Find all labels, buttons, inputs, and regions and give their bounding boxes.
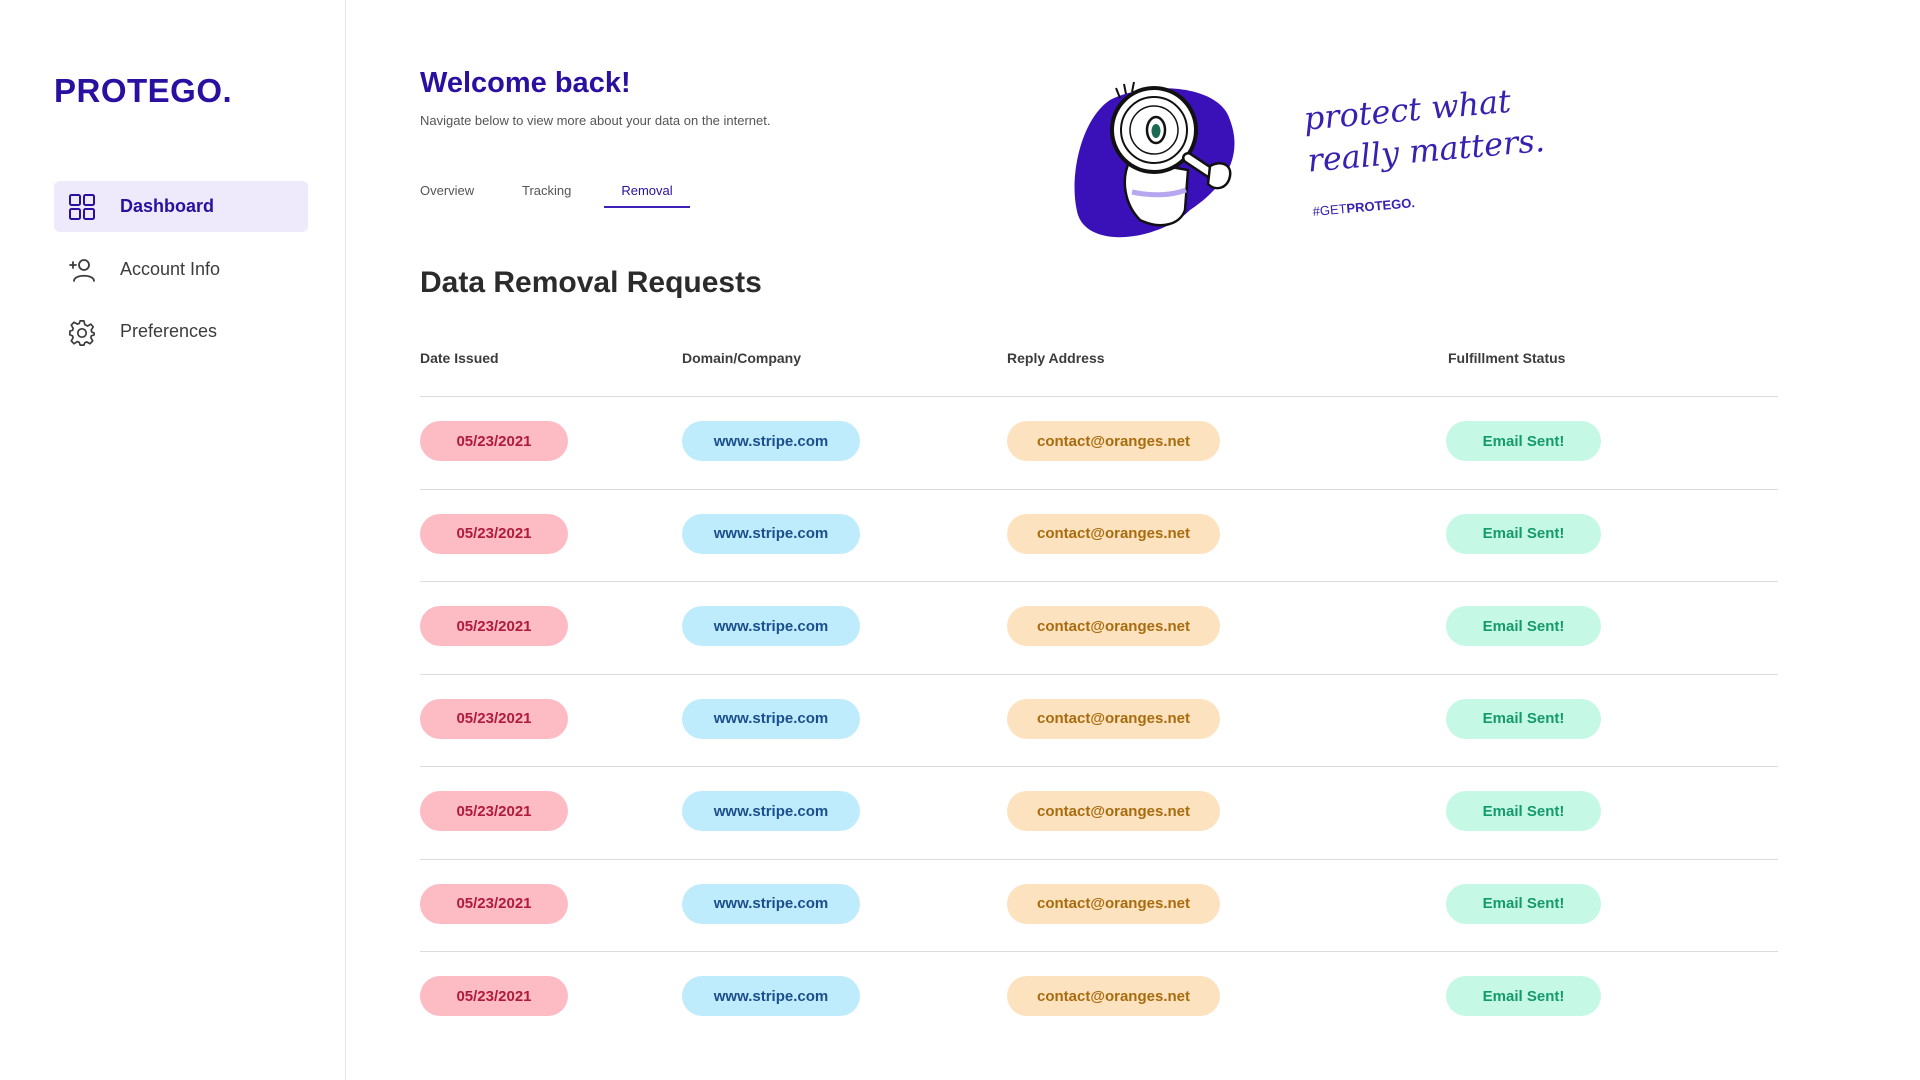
status-pill[interactable]: Email Sent! bbox=[1446, 421, 1601, 461]
table-row: 05/23/2021 www.stripe.com contact@orange… bbox=[420, 673, 1778, 767]
column-header-reply: Reply Address bbox=[1007, 350, 1105, 366]
page-subtitle: Navigate below to view more about your d… bbox=[420, 113, 771, 128]
domain-pill[interactable]: www.stripe.com bbox=[682, 791, 860, 831]
table-row: 05/23/2021 www.stripe.com contact@orange… bbox=[420, 488, 1778, 582]
tab-overview[interactable]: Overview bbox=[420, 183, 474, 206]
date-pill[interactable]: 05/23/2021 bbox=[420, 698, 568, 739]
hashtag-prefix: #GET bbox=[1312, 201, 1348, 219]
status-pill[interactable]: Email Sent! bbox=[1446, 791, 1601, 831]
status-pill[interactable]: Email Sent! bbox=[1446, 606, 1601, 646]
domain-pill[interactable]: www.stripe.com bbox=[682, 698, 860, 739]
table-row: 05/23/2021 www.stripe.com contact@orange… bbox=[420, 766, 1778, 859]
date-pill[interactable]: 05/23/2021 bbox=[420, 976, 568, 1016]
sidebar-item-account-info[interactable]: Account Info bbox=[54, 244, 308, 295]
table-row: 05/23/2021 www.stripe.com contact@orange… bbox=[420, 581, 1778, 674]
domain-pill[interactable]: www.stripe.com bbox=[682, 513, 860, 554]
mascot-illustration bbox=[1070, 80, 1280, 250]
date-pill[interactable]: 05/23/2021 bbox=[420, 421, 568, 461]
sidebar-item-label: Account Info bbox=[120, 259, 221, 279]
reply-address-pill[interactable]: contact@oranges.net bbox=[1007, 421, 1220, 461]
sidebar: PROTEGO. Dashboard Account Info Preferen… bbox=[0, 0, 346, 1080]
date-pill[interactable]: 05/23/2021 bbox=[420, 513, 568, 554]
column-header-status: Fulfillment Status bbox=[1448, 350, 1566, 366]
status-pill[interactable]: Email Sent! bbox=[1446, 883, 1601, 924]
domain-pill[interactable]: www.stripe.com bbox=[682, 421, 860, 461]
gear-icon bbox=[68, 318, 96, 346]
reply-address-pill[interactable]: contact@oranges.net bbox=[1007, 698, 1220, 739]
table-row: 05/23/2021 www.stripe.com contact@orange… bbox=[420, 396, 1778, 489]
user-add-icon bbox=[68, 256, 96, 284]
reply-address-pill[interactable]: contact@oranges.net bbox=[1007, 513, 1220, 554]
page-title: Welcome back! bbox=[420, 67, 631, 99]
date-pill[interactable]: 05/23/2021 bbox=[420, 791, 568, 831]
table-row: 05/23/2021 www.stripe.com contact@orange… bbox=[420, 858, 1778, 952]
reply-address-pill[interactable]: contact@oranges.net bbox=[1007, 606, 1220, 646]
status-pill[interactable]: Email Sent! bbox=[1446, 976, 1601, 1016]
date-pill[interactable]: 05/23/2021 bbox=[420, 883, 568, 924]
domain-pill[interactable]: www.stripe.com bbox=[682, 606, 860, 646]
hashtag: #GETPROTEGO. bbox=[1312, 195, 1416, 219]
requests-table: 05/23/2021 www.stripe.com contact@orange… bbox=[420, 396, 1778, 1044]
tab-removal[interactable]: Removal bbox=[604, 183, 690, 208]
brand-logo[interactable]: PROTEGO. bbox=[54, 72, 232, 110]
domain-pill[interactable]: www.stripe.com bbox=[682, 976, 860, 1016]
reply-address-pill[interactable]: contact@oranges.net bbox=[1007, 976, 1220, 1016]
grid-icon bbox=[68, 193, 96, 221]
domain-pill[interactable]: www.stripe.com bbox=[682, 883, 860, 924]
hashtag-brand: PROTEGO. bbox=[1345, 195, 1416, 216]
tagline: protect what really matters. bbox=[1302, 75, 1568, 181]
reply-address-pill[interactable]: contact@oranges.net bbox=[1007, 791, 1220, 831]
column-header-date: Date Issued bbox=[420, 350, 499, 366]
sidebar-item-preferences[interactable]: Preferences bbox=[54, 306, 308, 357]
sidebar-item-label: Preferences bbox=[120, 321, 218, 341]
column-header-domain: Domain/Company bbox=[682, 350, 802, 366]
reply-address-pill[interactable]: contact@oranges.net bbox=[1007, 883, 1220, 924]
section-title: Data Removal Requests bbox=[420, 266, 762, 299]
tab-tracking[interactable]: Tracking bbox=[522, 183, 571, 206]
table-row: 05/23/2021 www.stripe.com contact@orange… bbox=[420, 951, 1778, 1044]
status-pill[interactable]: Email Sent! bbox=[1446, 698, 1601, 739]
sidebar-item-dashboard[interactable]: Dashboard bbox=[54, 181, 308, 232]
status-pill[interactable]: Email Sent! bbox=[1446, 513, 1601, 554]
date-pill[interactable]: 05/23/2021 bbox=[420, 606, 568, 646]
sidebar-item-label: Dashboard bbox=[120, 196, 215, 216]
